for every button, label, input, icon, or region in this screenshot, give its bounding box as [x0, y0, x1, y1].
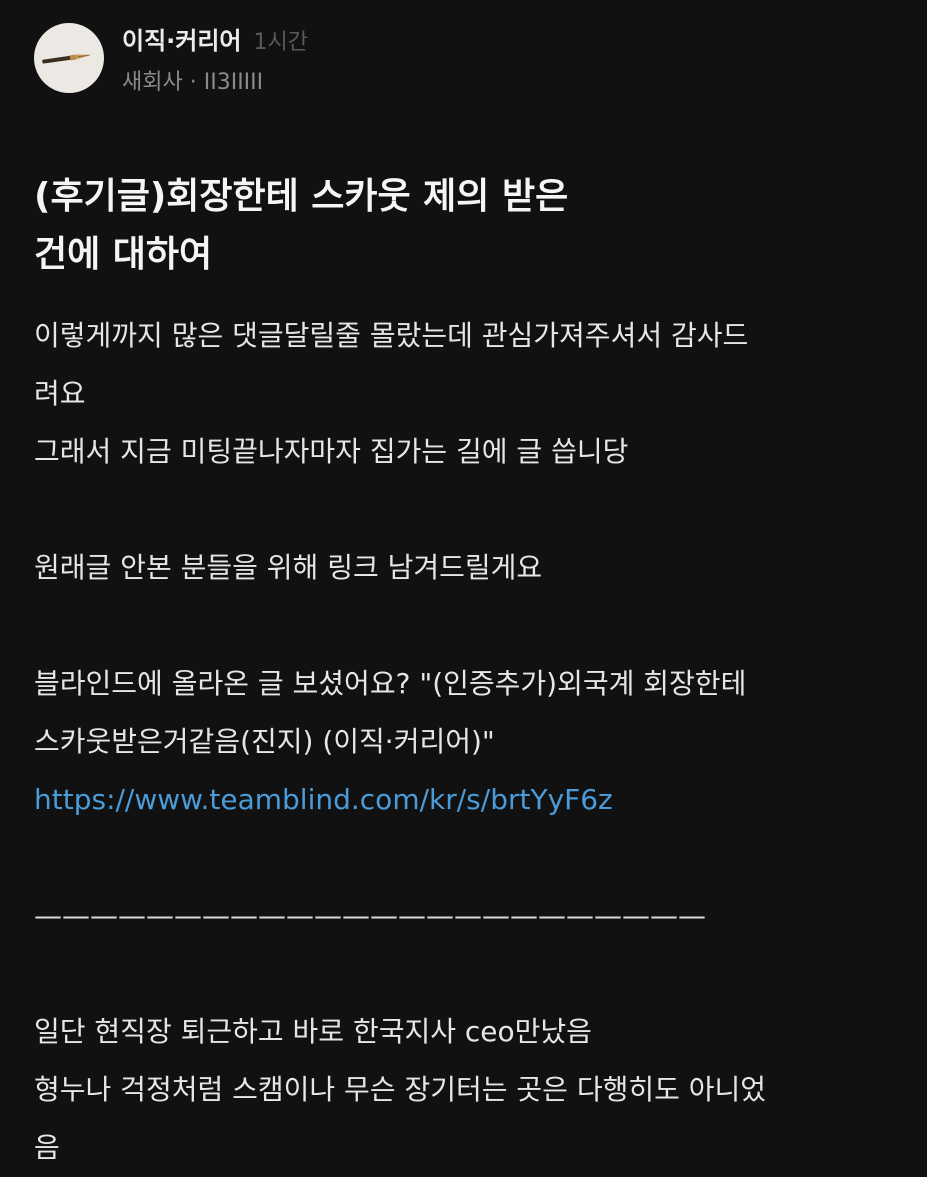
body-line: 그래서 지금 미팅끝나자마자 집가는 길에 글 씁니당 [34, 435, 629, 468]
author-info: 새회사 · II3IIIII [122, 64, 308, 96]
body-line: 블라인드에 올라온 글 보셨어요? "(인증추가)외국계 회장한테 [34, 667, 747, 700]
avatar[interactable] [34, 23, 104, 93]
body-line: 스카웃받은거같음(진지) (이직·커리어)" [34, 725, 495, 758]
author-company: 새회사 [122, 69, 183, 95]
original-post-link[interactable]: https://www.teamblind.com/kr/s/brtYyF6z [34, 783, 613, 816]
body-line: 일단 현직장 퇴근하고 바로 한국지사 ceo만났음 [34, 1015, 592, 1048]
body-line-link: https://www.teamblind.com/kr/s/brtYyF6z [34, 771, 904, 829]
body-line: 음 [34, 1131, 60, 1164]
post-title: (후기글)회장한테 스카웃 제의 받은 건에 대하여 [34, 168, 794, 284]
divider-line: ———————————————————————— [34, 899, 706, 932]
body-line: 원래글 안본 분들을 위해 링크 남겨드릴게요 [34, 551, 543, 584]
fountain-pen-icon [42, 54, 92, 64]
post-header: 이직·커리어 1시간 새회사 · II3IIIII [34, 21, 308, 96]
post-title-line: (후기글)회장한테 스카웃 제의 받은 [34, 176, 569, 217]
body-line: 형누나 걱정처럼 스캠이나 무슨 장기터는 곳은 다행히도 아니었 [34, 1073, 767, 1106]
body-line: 이렇게까지 많은 댓글달릴줄 몰랐는데 관심가져주셔서 감사드 [34, 319, 749, 352]
post-meta: 이직·커리어 1시간 새회사 · II3IIIII [122, 21, 308, 96]
post-body: 이렇게까지 많은 댓글달릴줄 몰랐는데 관심가져주셔서 감사드 려요 그래서 지… [34, 307, 904, 1177]
post-title-line: 건에 대하여 [34, 234, 213, 275]
board-name[interactable]: 이직·커리어 [122, 21, 242, 56]
author-handle: II3IIIII [203, 69, 264, 95]
body-line: 려요 [34, 377, 86, 410]
meta-separator: · [189, 69, 197, 95]
post-time: 1시간 [253, 29, 309, 55]
meta-top-row: 이직·커리어 1시간 [122, 21, 308, 56]
